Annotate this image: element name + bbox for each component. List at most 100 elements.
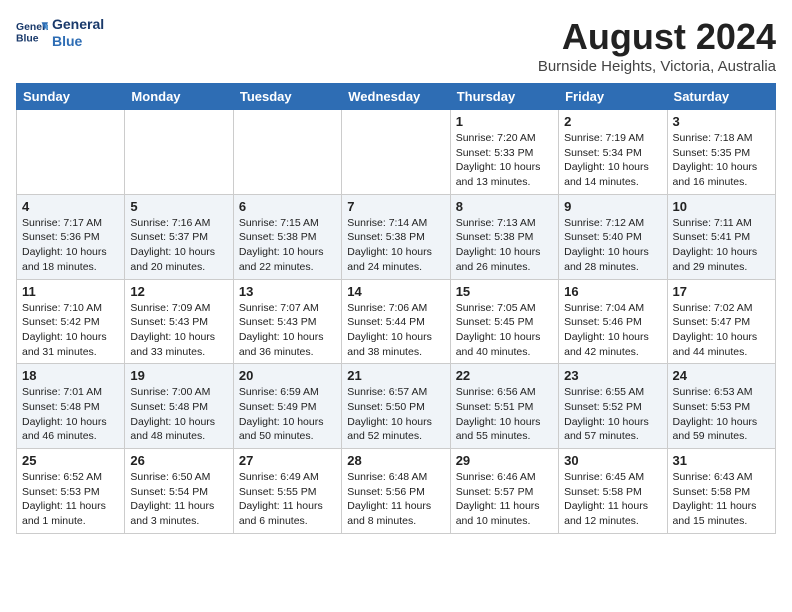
day-info: Sunrise: 6:50 AM Sunset: 5:54 PM Dayligh… — [130, 470, 227, 529]
page-header: General Blue General Blue August 2024 Bu… — [16, 16, 776, 75]
day-info: Sunrise: 6:48 AM Sunset: 5:56 PM Dayligh… — [347, 470, 444, 529]
calendar-cell: 8Sunrise: 7:13 AM Sunset: 5:38 PM Daylig… — [450, 194, 558, 279]
day-number: 31 — [673, 453, 770, 468]
day-number: 7 — [347, 199, 444, 214]
logo-line2: Blue — [52, 33, 104, 50]
calendar-cell — [17, 110, 125, 195]
calendar-week-row: 18 Sunrise: 7:01 AM Sunset: 5:48 PM Dayli… — [17, 364, 776, 449]
day-number: 11 — [22, 284, 119, 299]
calendar-day-header: Wednesday — [342, 84, 450, 110]
calendar-day-header: Sunday — [17, 84, 125, 110]
calendar-cell: 30 Sunrise: 6:45 AM Sunset: 5:58 PM Dayli… — [559, 449, 667, 534]
calendar-cell: 16Sunrise: 7:04 AM Sunset: 5:46 PM Dayli… — [559, 279, 667, 364]
day-number: 20 — [239, 368, 336, 383]
calendar-cell: 10 Sunrise: 7:11 AM Sunset: 5:41 PM Dayli… — [667, 194, 775, 279]
calendar-cell: 20 Sunrise: 6:59 AM Sunset: 5:49 PM Dayli… — [233, 364, 341, 449]
day-info: Sunrise: 6:53 AM Sunset: 5:53 PM Dayligh… — [673, 385, 770, 444]
day-info: Sunrise: 6:46 AM Sunset: 5:57 PM Dayligh… — [456, 470, 553, 529]
logo-icon: General Blue — [16, 19, 48, 47]
calendar-day-header: Thursday — [450, 84, 558, 110]
calendar-cell: 26Sunrise: 6:50 AM Sunset: 5:54 PM Dayli… — [125, 449, 233, 534]
day-number: 10 — [673, 199, 770, 214]
day-number: 28 — [347, 453, 444, 468]
day-info: Sunrise: 6:45 AM Sunset: 5:58 PM Dayligh… — [564, 470, 661, 529]
day-number: 6 — [239, 199, 336, 214]
calendar-cell: 18 Sunrise: 7:01 AM Sunset: 5:48 PM Dayli… — [17, 364, 125, 449]
day-number: 30 — [564, 453, 661, 468]
logo: General Blue General Blue — [16, 16, 104, 50]
day-number: 18 — [22, 368, 119, 383]
title-area: August 2024 Burnside Heights, Victoria, … — [538, 16, 776, 75]
day-info: Sunrise: 7:06 AM Sunset: 5:44 PM Dayligh… — [347, 301, 444, 360]
day-info: Sunrise: 7:16 AM Sunset: 5:37 PM Dayligh… — [130, 216, 227, 275]
day-info: Sunrise: 6:52 AM Sunset: 5:53 PM Dayligh… — [22, 470, 119, 529]
day-info: Sunrise: 6:59 AM Sunset: 5:49 PM Dayligh… — [239, 385, 336, 444]
logo-line1: General — [52, 16, 104, 33]
day-info: Sunrise: 7:10 AM Sunset: 5:42 PM Dayligh… — [22, 301, 119, 360]
day-info: Sunrise: 6:56 AM Sunset: 5:51 PM Dayligh… — [456, 385, 553, 444]
calendar-cell: 11 Sunrise: 7:10 AM Sunset: 5:42 PM Dayli… — [17, 279, 125, 364]
calendar-cell — [125, 110, 233, 195]
day-number: 16 — [564, 284, 661, 299]
calendar-cell: 19Sunrise: 7:00 AM Sunset: 5:48 PM Dayli… — [125, 364, 233, 449]
calendar-cell: 12Sunrise: 7:09 AM Sunset: 5:43 PM Dayli… — [125, 279, 233, 364]
day-number: 22 — [456, 368, 553, 383]
calendar-day-header: Tuesday — [233, 84, 341, 110]
day-info: Sunrise: 6:49 AM Sunset: 5:55 PM Dayligh… — [239, 470, 336, 529]
calendar-cell: 21 Sunrise: 6:57 AM Sunset: 5:50 PM Dayli… — [342, 364, 450, 449]
day-number: 1 — [456, 114, 553, 129]
day-number: 21 — [347, 368, 444, 383]
calendar-cell: 28 Sunrise: 6:48 AM Sunset: 5:56 PM Dayli… — [342, 449, 450, 534]
day-info: Sunrise: 7:20 AM Sunset: 5:33 PM Dayligh… — [456, 131, 553, 190]
day-info: Sunrise: 7:09 AM Sunset: 5:43 PM Dayligh… — [130, 301, 227, 360]
day-number: 29 — [456, 453, 553, 468]
day-info: Sunrise: 7:02 AM Sunset: 5:47 PM Dayligh… — [673, 301, 770, 360]
calendar-cell: 22 Sunrise: 6:56 AM Sunset: 5:51 PM Dayli… — [450, 364, 558, 449]
day-info: Sunrise: 7:01 AM Sunset: 5:48 PM Dayligh… — [22, 385, 119, 444]
calendar-week-row: 25 Sunrise: 6:52 AM Sunset: 5:53 PM Dayli… — [17, 449, 776, 534]
day-number: 27 — [239, 453, 336, 468]
day-info: Sunrise: 7:05 AM Sunset: 5:45 PM Dayligh… — [456, 301, 553, 360]
calendar-cell: 25 Sunrise: 6:52 AM Sunset: 5:53 PM Dayli… — [17, 449, 125, 534]
day-info: Sunrise: 6:43 AM Sunset: 5:58 PM Dayligh… — [673, 470, 770, 529]
calendar-week-row: 4 Sunrise: 7:17 AM Sunset: 5:36 PM Daylig… — [17, 194, 776, 279]
day-number: 25 — [22, 453, 119, 468]
calendar-cell: 2Sunrise: 7:19 AM Sunset: 5:34 PM Daylig… — [559, 110, 667, 195]
day-info: Sunrise: 7:14 AM Sunset: 5:38 PM Dayligh… — [347, 216, 444, 275]
calendar-day-header: Friday — [559, 84, 667, 110]
day-number: 19 — [130, 368, 227, 383]
calendar-week-row: 1 Sunrise: 7:20 AM Sunset: 5:33 PM Daylig… — [17, 110, 776, 195]
calendar-cell — [342, 110, 450, 195]
calendar-cell: 13Sunrise: 7:07 AM Sunset: 5:43 PM Dayli… — [233, 279, 341, 364]
day-info: Sunrise: 7:19 AM Sunset: 5:34 PM Dayligh… — [564, 131, 661, 190]
calendar-cell: 3Sunrise: 7:18 AM Sunset: 5:35 PM Daylig… — [667, 110, 775, 195]
day-number: 4 — [22, 199, 119, 214]
day-number: 8 — [456, 199, 553, 214]
calendar-cell: 17Sunrise: 7:02 AM Sunset: 5:47 PM Dayli… — [667, 279, 775, 364]
calendar-cell: 7 Sunrise: 7:14 AM Sunset: 5:38 PM Daylig… — [342, 194, 450, 279]
day-info: Sunrise: 7:17 AM Sunset: 5:36 PM Dayligh… — [22, 216, 119, 275]
calendar-day-header: Saturday — [667, 84, 775, 110]
day-info: Sunrise: 7:11 AM Sunset: 5:41 PM Dayligh… — [673, 216, 770, 275]
month-title: August 2024 — [538, 16, 776, 58]
calendar-cell: 23Sunrise: 6:55 AM Sunset: 5:52 PM Dayli… — [559, 364, 667, 449]
calendar-cell: 1 Sunrise: 7:20 AM Sunset: 5:33 PM Daylig… — [450, 110, 558, 195]
calendar-cell: 9Sunrise: 7:12 AM Sunset: 5:40 PM Daylig… — [559, 194, 667, 279]
svg-text:Blue: Blue — [16, 33, 39, 44]
day-info: Sunrise: 6:55 AM Sunset: 5:52 PM Dayligh… — [564, 385, 661, 444]
calendar-header-row: SundayMondayTuesdayWednesdayThursdayFrid… — [17, 84, 776, 110]
calendar-cell: 31 Sunrise: 6:43 AM Sunset: 5:58 PM Dayli… — [667, 449, 775, 534]
day-info: Sunrise: 6:57 AM Sunset: 5:50 PM Dayligh… — [347, 385, 444, 444]
calendar-cell: 29 Sunrise: 6:46 AM Sunset: 5:57 PM Dayli… — [450, 449, 558, 534]
day-number: 15 — [456, 284, 553, 299]
location: Burnside Heights, Victoria, Australia — [538, 58, 776, 75]
day-info: Sunrise: 7:07 AM Sunset: 5:43 PM Dayligh… — [239, 301, 336, 360]
calendar-cell: 14 Sunrise: 7:06 AM Sunset: 5:44 PM Dayli… — [342, 279, 450, 364]
calendar-cell: 6Sunrise: 7:15 AM Sunset: 5:38 PM Daylig… — [233, 194, 341, 279]
day-info: Sunrise: 7:18 AM Sunset: 5:35 PM Dayligh… — [673, 131, 770, 190]
day-number: 14 — [347, 284, 444, 299]
calendar-cell — [233, 110, 341, 195]
day-number: 5 — [130, 199, 227, 214]
calendar-cell: 4 Sunrise: 7:17 AM Sunset: 5:36 PM Daylig… — [17, 194, 125, 279]
day-number: 24 — [673, 368, 770, 383]
